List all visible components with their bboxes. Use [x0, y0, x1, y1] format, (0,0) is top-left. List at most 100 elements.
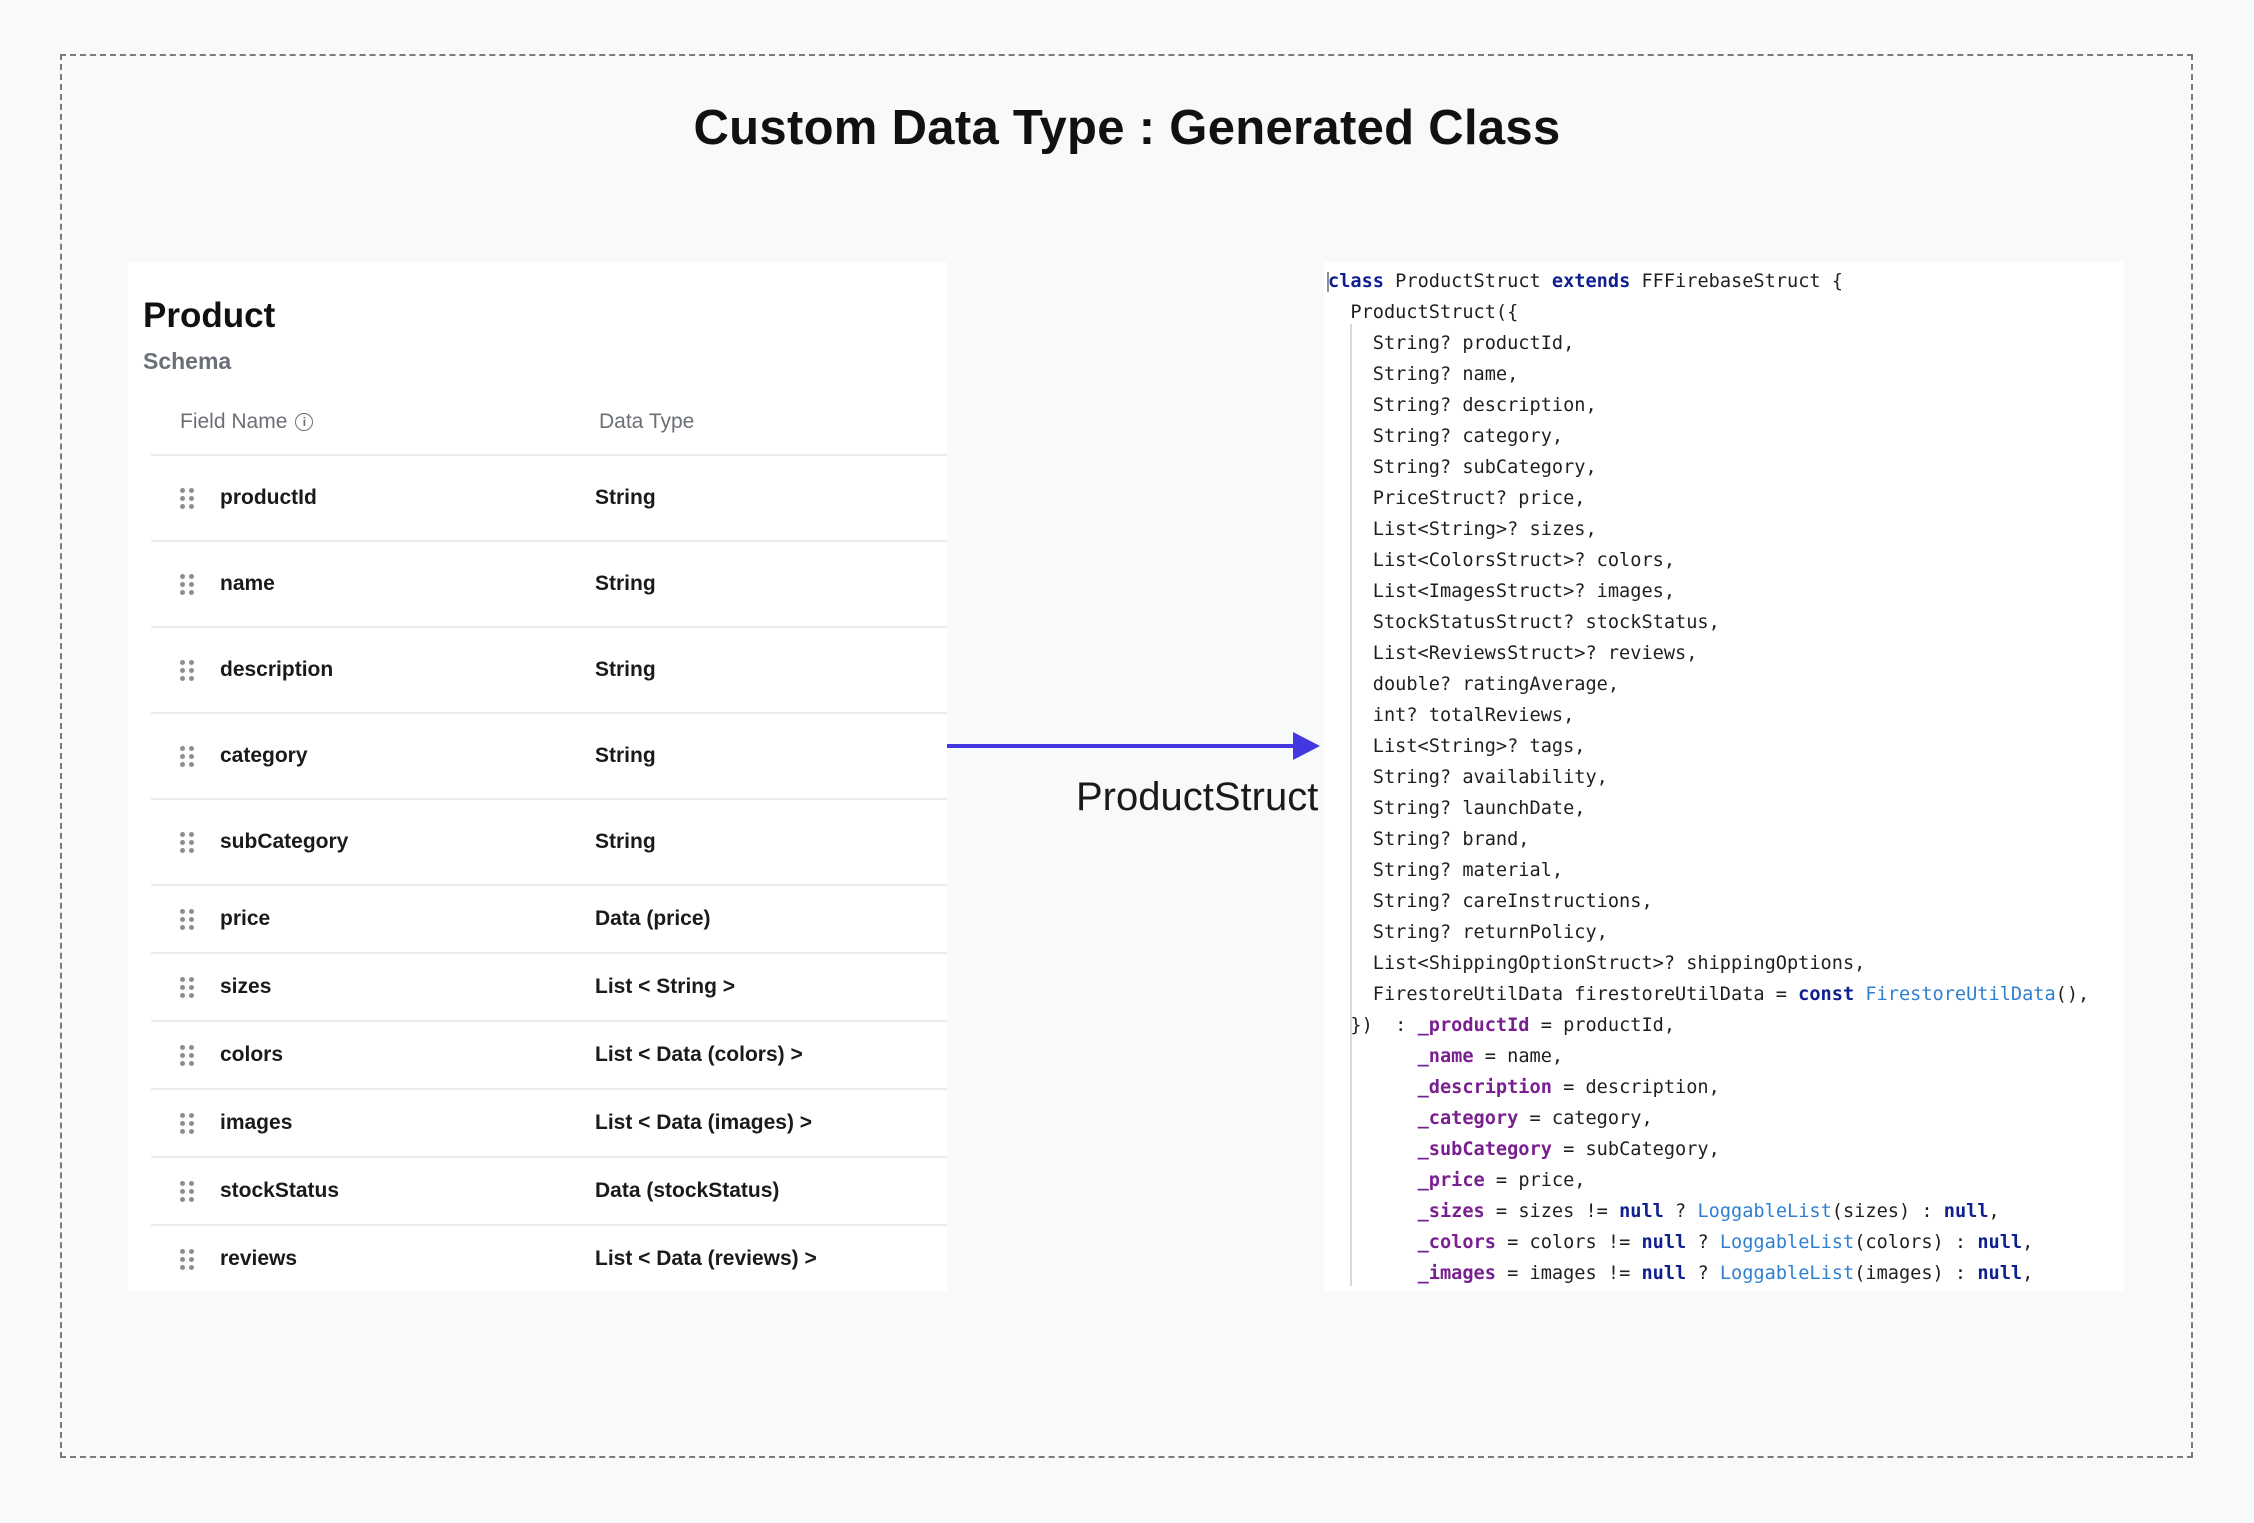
- field-type: String: [595, 486, 656, 509]
- code-line: StockStatusStruct? stockStatus,: [1328, 607, 2089, 638]
- code-line: _colors = colors != null ? LoggableList(…: [1328, 1227, 2089, 1258]
- code-token: ?: [1686, 1263, 1720, 1284]
- code-token: ,: [2022, 1263, 2034, 1284]
- code-token: _images: [1417, 1263, 1496, 1284]
- code-token: extends: [1551, 271, 1631, 292]
- code-line: _category = category,: [1328, 1103, 2089, 1134]
- drag-handle-icon[interactable]: [180, 746, 194, 768]
- code-token: }) :: [1328, 1015, 1418, 1036]
- field-type: String: [595, 658, 656, 681]
- schema-rows: productId String name String description Stri…: [151, 454, 947, 1291]
- code-line: String? careInstructions,: [1328, 886, 2089, 917]
- schema-subtitle: Schema: [143, 348, 232, 374]
- field-type: String: [595, 744, 656, 767]
- field-type: Data (price): [595, 907, 711, 930]
- code-token: String? name,: [1328, 364, 1519, 385]
- field-type: List < Data (images) >: [595, 1111, 813, 1134]
- code-token: LoggableList: [1697, 1201, 1832, 1222]
- code-token: List<ShippingOptionStruct>? shippingOpti…: [1328, 953, 1866, 974]
- code-line: String? subCategory,: [1328, 452, 2089, 483]
- code-token: const: [1798, 984, 1855, 1005]
- code-token: FirestoreUtilData: [1865, 984, 2056, 1005]
- field-name: description: [220, 658, 334, 681]
- schema-row[interactable]: productId String: [151, 454, 947, 540]
- page-title: Custom Data Type : Generated Class: [693, 101, 1561, 155]
- drag-handle-icon[interactable]: [180, 832, 194, 854]
- code-token: List<ColorsStruct>? colors,: [1328, 550, 1676, 571]
- code-line: String? launchDate,: [1328, 793, 2089, 824]
- info-icon[interactable]: i: [295, 413, 314, 431]
- code-line: int? totalReviews,: [1328, 700, 2089, 731]
- arrow-connector: [947, 732, 1320, 760]
- drag-handle-icon[interactable]: [180, 574, 194, 596]
- field-name: stockStatus: [220, 1179, 340, 1202]
- code-token: = category,: [1518, 1108, 1653, 1129]
- code-line: _subCategory = subCategory,: [1328, 1134, 2089, 1165]
- code-token: class: [1328, 271, 1384, 292]
- code-token: LoggableList: [1719, 1232, 1855, 1253]
- code-token: = price,: [1484, 1170, 1586, 1191]
- code-token: FFFirebaseStruct {: [1630, 271, 1843, 292]
- code-token: _subCategory: [1417, 1139, 1552, 1160]
- code-token: _sizes: [1417, 1201, 1485, 1222]
- code-line: List<ShippingOptionStruct>? shippingOpti…: [1328, 948, 2089, 979]
- code-token: ?: [1663, 1201, 1698, 1222]
- arrow-label: ProductStruct: [1076, 775, 1319, 819]
- code-token: String? description,: [1328, 395, 1597, 416]
- field-name: images: [220, 1111, 293, 1134]
- code-line: class ProductStruct extends FFFirebaseSt…: [1328, 266, 2089, 297]
- schema-row[interactable]: reviews List < Data (reviews) >: [151, 1224, 947, 1291]
- drag-handle-icon[interactable]: [180, 1181, 194, 1203]
- code-token: (sizes) :: [1831, 1201, 1944, 1222]
- code-token: _price: [1417, 1170, 1485, 1191]
- code-token: = subCategory,: [1551, 1139, 1720, 1160]
- schema-row[interactable]: category String: [151, 712, 947, 798]
- code-line: String? description,: [1328, 390, 2089, 421]
- field-type: String: [595, 830, 656, 853]
- code-line: PriceStruct? price,: [1328, 483, 2089, 514]
- drag-handle-icon[interactable]: [180, 488, 194, 510]
- column-header-field-name: Field Name i: [180, 410, 314, 434]
- schema-row[interactable]: images List < Data (images) >: [151, 1088, 947, 1156]
- code-block: class ProductStruct extends FFFirebaseSt…: [1328, 266, 2089, 1289]
- drag-handle-icon[interactable]: [180, 660, 194, 682]
- schema-row[interactable]: name String: [151, 540, 947, 626]
- drag-handle-icon[interactable]: [180, 1249, 194, 1271]
- code-token: null: [1943, 1201, 1989, 1222]
- schema-row[interactable]: description String: [151, 626, 947, 712]
- column-header-data-type: Data Type: [599, 410, 694, 434]
- code-line: FirestoreUtilData firestoreUtilData = co…: [1328, 979, 2090, 1010]
- code-token: ProductStruct: [1383, 271, 1552, 292]
- drag-handle-icon[interactable]: [180, 1113, 194, 1135]
- field-type: List < Data (colors) >: [595, 1043, 803, 1066]
- schema-row[interactable]: subCategory String: [151, 798, 947, 884]
- field-name: reviews: [220, 1247, 298, 1270]
- code-token: double? ratingAverage,: [1328, 674, 1620, 695]
- code-line: }) : _productId = productId,: [1328, 1010, 2089, 1041]
- drag-handle-icon[interactable]: [180, 909, 194, 931]
- schema-row[interactable]: sizes List < String >: [151, 952, 947, 1020]
- drag-handle-icon[interactable]: [180, 1045, 194, 1067]
- schema-row[interactable]: price Data (price): [151, 884, 947, 952]
- schema-row[interactable]: stockStatus Data (stockStatus): [151, 1156, 947, 1224]
- column-header-field-label: Field Name: [180, 410, 288, 433]
- field-type: List < Data (reviews) >: [595, 1247, 817, 1270]
- code-line: _sizes = sizes != null ? LoggableList(si…: [1328, 1196, 2089, 1227]
- drag-handle-icon[interactable]: [180, 977, 194, 999]
- code-token: null: [1619, 1201, 1664, 1222]
- code-token: FirestoreUtilData firestoreUtilData =: [1328, 984, 1799, 1005]
- code-token: null: [1977, 1263, 2023, 1284]
- code-token: ?: [1686, 1232, 1720, 1253]
- code-token: List<ReviewsStruct>? reviews,: [1328, 643, 1698, 664]
- code-token: PriceStruct? price,: [1328, 488, 1586, 509]
- code-token: String? launchDate,: [1328, 798, 1586, 819]
- schema-row[interactable]: colors List < Data (colors) >: [151, 1020, 947, 1088]
- code-line: List<ColorsStruct>? colors,: [1328, 545, 2089, 576]
- code-token: = description,: [1551, 1077, 1720, 1098]
- code-line: ProductStruct({: [1328, 297, 2089, 328]
